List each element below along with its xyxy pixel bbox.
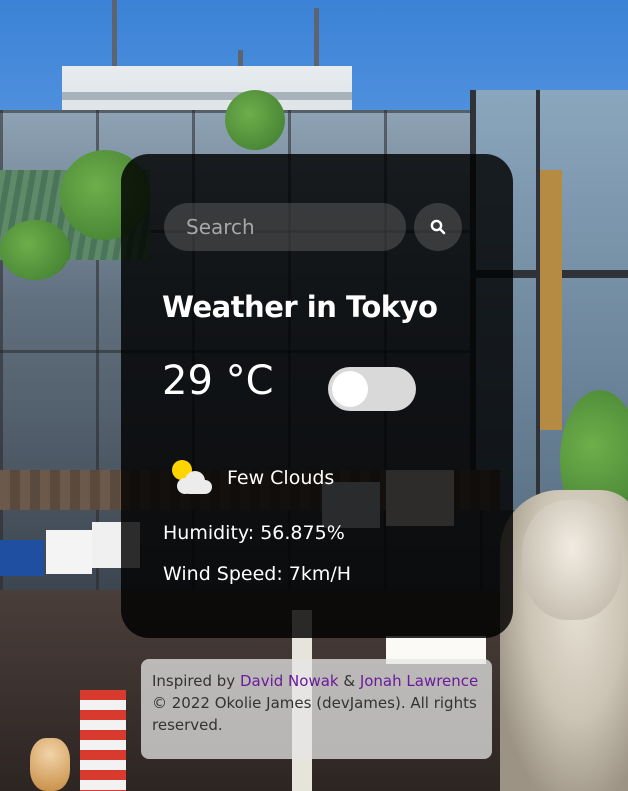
doll-figure bbox=[30, 738, 70, 791]
tree bbox=[225, 90, 285, 150]
few-clouds-icon bbox=[167, 456, 217, 500]
store-sign bbox=[0, 540, 44, 576]
condition-text: Few Clouds bbox=[227, 467, 335, 489]
toggle-knob[interactable] bbox=[332, 371, 368, 407]
weather-condition: Few Clouds bbox=[167, 456, 334, 500]
author-link-david-nowak[interactable]: David Nowak bbox=[240, 672, 339, 690]
wind-speed-text: Wind Speed: 7km/H bbox=[163, 563, 352, 585]
building-stripe bbox=[62, 92, 352, 100]
author-link-jonah-lawrence[interactable]: Jonah Lawrence bbox=[360, 672, 478, 690]
unit-toggle[interactable] bbox=[328, 367, 416, 411]
search-button[interactable] bbox=[414, 203, 462, 251]
copyright-text: © 2022 Okolie James (devJames). All righ… bbox=[152, 694, 477, 734]
tree bbox=[0, 220, 70, 280]
red-pillar bbox=[80, 690, 126, 791]
search-input[interactable] bbox=[164, 203, 406, 251]
footer-credits: Inspired by David Nowak & Jonah Lawrence… bbox=[141, 659, 492, 759]
store-sign bbox=[46, 530, 92, 574]
stone-lion-head bbox=[522, 500, 622, 620]
weather-card: Weather in Tokyo 29 °C Few Clouds Humidi… bbox=[121, 154, 513, 638]
wood-panel bbox=[540, 170, 562, 430]
search-icon bbox=[430, 219, 446, 235]
city-title: Weather in Tokyo bbox=[162, 290, 438, 324]
temperature: 29 °C bbox=[162, 358, 274, 404]
ampersand: & bbox=[338, 672, 360, 690]
search-bar bbox=[164, 203, 464, 251]
humidity-text: Humidity: 56.875% bbox=[163, 522, 345, 544]
inspired-label: Inspired by bbox=[152, 672, 240, 690]
